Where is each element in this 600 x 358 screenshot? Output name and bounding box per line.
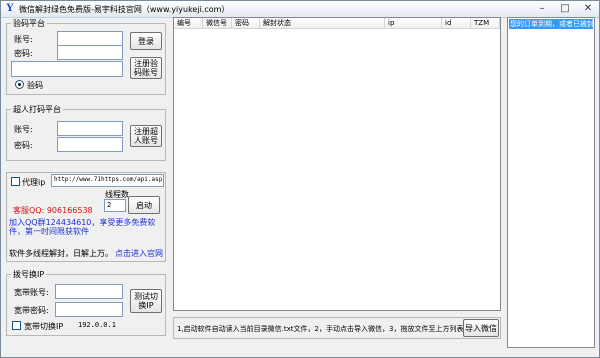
threads-input[interactable]: 2 xyxy=(104,199,126,212)
broadband-password-input[interactable] xyxy=(55,302,123,317)
column-header[interactable]: 解封状态 xyxy=(260,18,385,29)
support-qq-text: 客服QQ: 906166538 xyxy=(13,206,93,215)
broadband-switch-checkbox[interactable] xyxy=(12,321,21,330)
captcha-account-label: 账号: xyxy=(14,35,33,44)
proxy-checkbox-label: 代理ip xyxy=(22,178,46,187)
qq-group-text: 加入QQ群124434610，享受更多免费软件，第一时间限获软件 xyxy=(9,218,156,236)
super-account-input[interactable] xyxy=(57,121,123,136)
main-window: Y 微信解封绿色免费版-易宇科技官网（www.yiyukeji.com） – □… xyxy=(0,0,600,358)
column-header[interactable]: 密码 xyxy=(232,18,260,29)
column-header[interactable]: 微信号 xyxy=(203,18,232,29)
speed-text: 软件多线程解封，日解上万。 xyxy=(9,249,113,258)
super-password-label: 密码: xyxy=(14,141,33,150)
captcha-radio[interactable] xyxy=(15,80,24,89)
ip-value: 192.0.0.1 xyxy=(78,321,116,329)
log-list[interactable]: 您的订单到期，或者已被封 xyxy=(507,17,595,348)
import-wechat-button[interactable]: 导入微信 xyxy=(463,319,499,337)
captcha-group-title: 验码平台 xyxy=(11,18,47,29)
window-title: 微信解封绿色免费版-易宇科技官网（www.yiyukeji.com） xyxy=(19,5,230,14)
test-switch-ip-button[interactable]: 测试切换IP xyxy=(130,289,162,313)
proxy-url-input[interactable]: http://www.71https.com/api.asp?l xyxy=(51,174,164,187)
broadband-password-label: 宽带密码: xyxy=(14,306,49,315)
maximize-button[interactable]: □ xyxy=(554,1,576,17)
app-logo-icon: Y xyxy=(6,3,14,14)
proxy-checkbox[interactable] xyxy=(11,177,20,186)
official-site-link[interactable]: 点击进入官网 xyxy=(115,248,163,259)
register-super-button[interactable]: 注册超人账号 xyxy=(130,125,162,147)
log-item-selected[interactable]: 您的订单到期，或者已被封 xyxy=(509,19,593,29)
broadband-account-label: 宽带账号: xyxy=(14,288,49,297)
title-bar: Y 微信解封绿色免费版-易宇科技官网（www.yiyukeji.com） – □… xyxy=(1,1,599,18)
column-header[interactable]: 编号 xyxy=(174,18,203,29)
captcha-code-input[interactable] xyxy=(11,61,123,77)
list-header: 编号 微信号 密码 解封状态 ip id TZM xyxy=(174,18,500,29)
super-password-input[interactable] xyxy=(57,137,123,152)
captcha-password-input[interactable] xyxy=(57,45,123,60)
account-list[interactable]: 编号 微信号 密码 解封状态 ip id TZM xyxy=(173,17,501,311)
column-header[interactable]: ip xyxy=(385,18,442,29)
super-account-label: 账号: xyxy=(14,125,33,134)
broadband-switch-label: 宽带切换IP xyxy=(24,322,64,331)
super-group-title: 超人打码平台 xyxy=(11,104,63,115)
broadband-account-input[interactable] xyxy=(55,284,123,299)
start-button[interactable]: 启动 xyxy=(128,196,160,214)
captcha-account-input[interactable] xyxy=(57,31,123,46)
dial-group-title: 拨号换IP xyxy=(11,269,47,280)
column-header[interactable]: id xyxy=(442,18,471,29)
import-instructions: 1,启动软件自动读入当前目录微信.txt文件，2，手动点击导入微信，3，拖放文件… xyxy=(177,325,464,333)
close-button[interactable]: ✕ xyxy=(577,1,599,17)
minimize-button[interactable]: – xyxy=(531,1,553,17)
captcha-radio-label: 验码 xyxy=(27,81,43,90)
column-header[interactable]: TZM xyxy=(471,18,500,29)
login-button[interactable]: 登录 xyxy=(130,32,162,50)
register-captcha-button[interactable]: 注册验码账号 xyxy=(130,57,162,79)
captcha-password-label: 密码: xyxy=(14,49,33,58)
